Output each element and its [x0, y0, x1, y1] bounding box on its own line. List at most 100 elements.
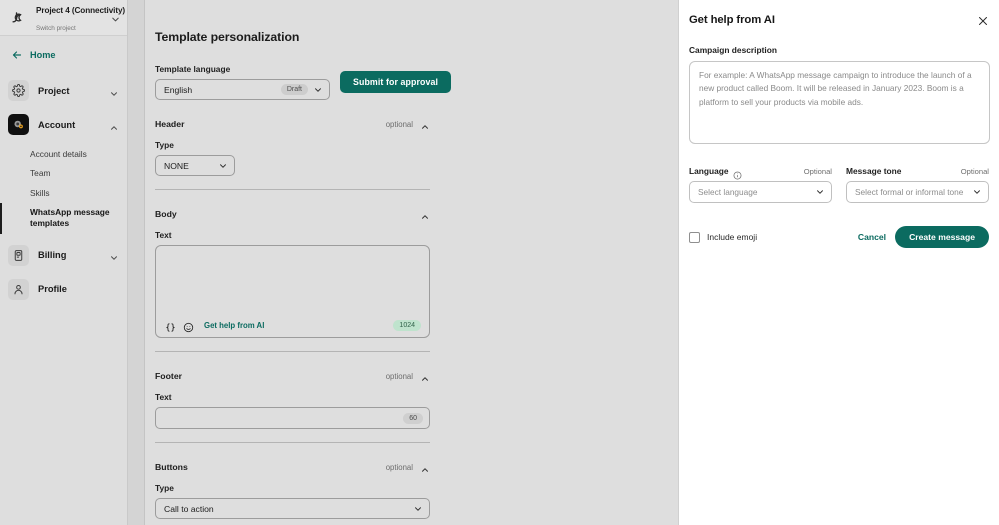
message-tone-select-value: Select formal or informal tone [855, 187, 964, 197]
body-section-header[interactable]: Body [155, 209, 430, 219]
buttons-optional-label: optional [385, 462, 413, 472]
chevron-down-icon[interactable] [109, 86, 119, 96]
chevron-down-icon [817, 190, 823, 194]
curly-braces-icon[interactable] [165, 320, 176, 332]
header-optional-label: optional [385, 119, 413, 129]
ai-options-row: Language Optional Select language Messag… [689, 166, 989, 203]
message-tone-field: Message tone Optional Select formal or i… [846, 166, 989, 203]
billing-card-icon [8, 244, 29, 266]
sidebar-item-account[interactable]: Account [0, 109, 127, 140]
message-tone-optional-label: Optional [960, 166, 989, 176]
sidebar-item-home[interactable]: Home [0, 46, 127, 64]
language-select-value: Select language [698, 187, 758, 197]
sidebar-item-billing-label: Billing [38, 250, 67, 261]
footer-section-title: Footer [155, 371, 183, 381]
body-editor-toolbar: Get help from AI 1024 [156, 313, 429, 337]
page-title: Template personalization [155, 30, 300, 44]
template-language-value: English [164, 84, 193, 95]
buttons-type-select[interactable]: Call to action [155, 498, 430, 519]
sidebar-item-account-label: Account [38, 119, 76, 130]
person-icon [8, 278, 29, 300]
body-character-counter: 1024 [393, 319, 421, 331]
language-optional-label: Optional [803, 166, 832, 176]
gear-icon [8, 80, 29, 101]
chevron-up-icon[interactable] [420, 371, 430, 381]
sidebar-item-profile[interactable]: Profile [0, 274, 127, 305]
close-icon[interactable] [977, 14, 989, 26]
header-type-label: Type [155, 140, 174, 150]
template-language-field: Template language English Draft [155, 64, 330, 100]
checkbox-box [689, 231, 700, 243]
project-info: Project 4 (Connectivity) Switch project [36, 1, 125, 35]
language-field-header: Language Optional [689, 166, 832, 179]
section-divider [155, 442, 430, 443]
chevron-down-icon [315, 87, 321, 92]
language-select[interactable]: Select language [689, 181, 832, 203]
ai-panel-header: Get help from AI [689, 14, 989, 26]
chevron-down-icon[interactable] [110, 12, 121, 23]
vault-icon [8, 114, 29, 135]
footer-section-header[interactable]: Footer optional [155, 371, 430, 381]
app-root: Project 4 (Connectivity) Switch project … [0, 0, 999, 525]
chevron-up-icon[interactable] [420, 209, 430, 219]
template-language-select[interactable]: English Draft [155, 79, 330, 100]
chevron-down-icon [415, 506, 421, 511]
chevron-down-icon [974, 190, 980, 194]
switch-project-label: Switch project [36, 24, 76, 32]
message-tone-select[interactable]: Select formal or informal tone [846, 181, 989, 203]
section-divider [155, 189, 430, 190]
sidebar-item-team[interactable]: Team [0, 164, 127, 183]
draft-status-badge: Draft [280, 84, 308, 95]
message-tone-field-header: Message tone Optional [846, 166, 989, 176]
footer-character-counter: 60 [403, 412, 423, 424]
chevron-up-icon[interactable] [109, 120, 119, 130]
sidebar: Project 4 (Connectivity) Switch project … [0, 0, 128, 525]
emoji-smiley-icon[interactable] [183, 320, 194, 332]
cancel-button[interactable]: Cancel [858, 232, 886, 242]
arrow-left-icon [12, 51, 22, 59]
sidebar-item-profile-label: Profile [38, 284, 67, 295]
language-field: Language Optional Select language [689, 166, 832, 203]
section-divider [155, 351, 430, 352]
loop-logo-icon [9, 8, 28, 27]
sidebar-item-home-label: Home [30, 50, 56, 60]
sidebar-item-whatsapp-message-templates[interactable]: WhatsApp message templates [0, 203, 127, 234]
body-text-label: Text [155, 230, 172, 240]
header-section-header[interactable]: Header optional [155, 119, 430, 129]
chevron-down-icon[interactable] [109, 250, 119, 260]
header-type-value: NONE [164, 160, 189, 171]
ai-panel-actions: Include emoji Cancel Create message [689, 226, 989, 248]
sidebar-nav: Home Project Account Account details Tea… [0, 36, 127, 308]
campaign-description-input[interactable] [689, 61, 990, 144]
info-circle-icon[interactable] [733, 167, 742, 179]
sidebar-item-billing[interactable]: Billing [0, 240, 127, 271]
body-text-editor[interactable]: Get help from AI 1024 [155, 245, 430, 338]
chevron-up-icon[interactable] [420, 462, 430, 472]
account-subnav: Account details Team Skills WhatsApp mes… [0, 143, 127, 240]
ai-panel-title: Get help from AI [689, 14, 775, 26]
body-section-title: Body [155, 209, 177, 219]
language-label: Language [689, 166, 729, 176]
sidebar-item-project[interactable]: Project [0, 75, 127, 106]
header-type-select[interactable]: NONE [155, 155, 235, 176]
campaign-description-label: Campaign description [689, 45, 777, 55]
sidebar-item-account-details[interactable]: Account details [0, 145, 127, 164]
get-help-from-ai-link[interactable]: Get help from AI [204, 321, 386, 330]
ai-help-panel: Get help from AI Campaign description La… [678, 0, 999, 525]
buttons-section-title: Buttons [155, 462, 188, 472]
create-message-button[interactable]: Create message [895, 226, 989, 248]
message-tone-label: Message tone [846, 166, 902, 176]
project-switcher[interactable]: Project 4 (Connectivity) Switch project [0, 0, 127, 36]
template-language-label: Template language [155, 64, 231, 74]
submit-for-approval-button[interactable]: Submit for approval [340, 71, 451, 93]
header-section-title: Header [155, 119, 185, 129]
buttons-section-header[interactable]: Buttons optional [155, 462, 430, 472]
template-language-row: Template language English Draft Submit f… [155, 64, 690, 100]
include-emoji-checkbox[interactable]: Include emoji [689, 231, 757, 243]
sidebar-item-skills[interactable]: Skills [0, 184, 127, 203]
sidebar-item-project-label: Project [38, 85, 70, 96]
footer-optional-label: optional [385, 371, 413, 381]
footer-text-input[interactable]: 60 [155, 407, 430, 429]
sidebar-rail[interactable] [128, 0, 145, 525]
chevron-up-icon[interactable] [420, 119, 430, 129]
